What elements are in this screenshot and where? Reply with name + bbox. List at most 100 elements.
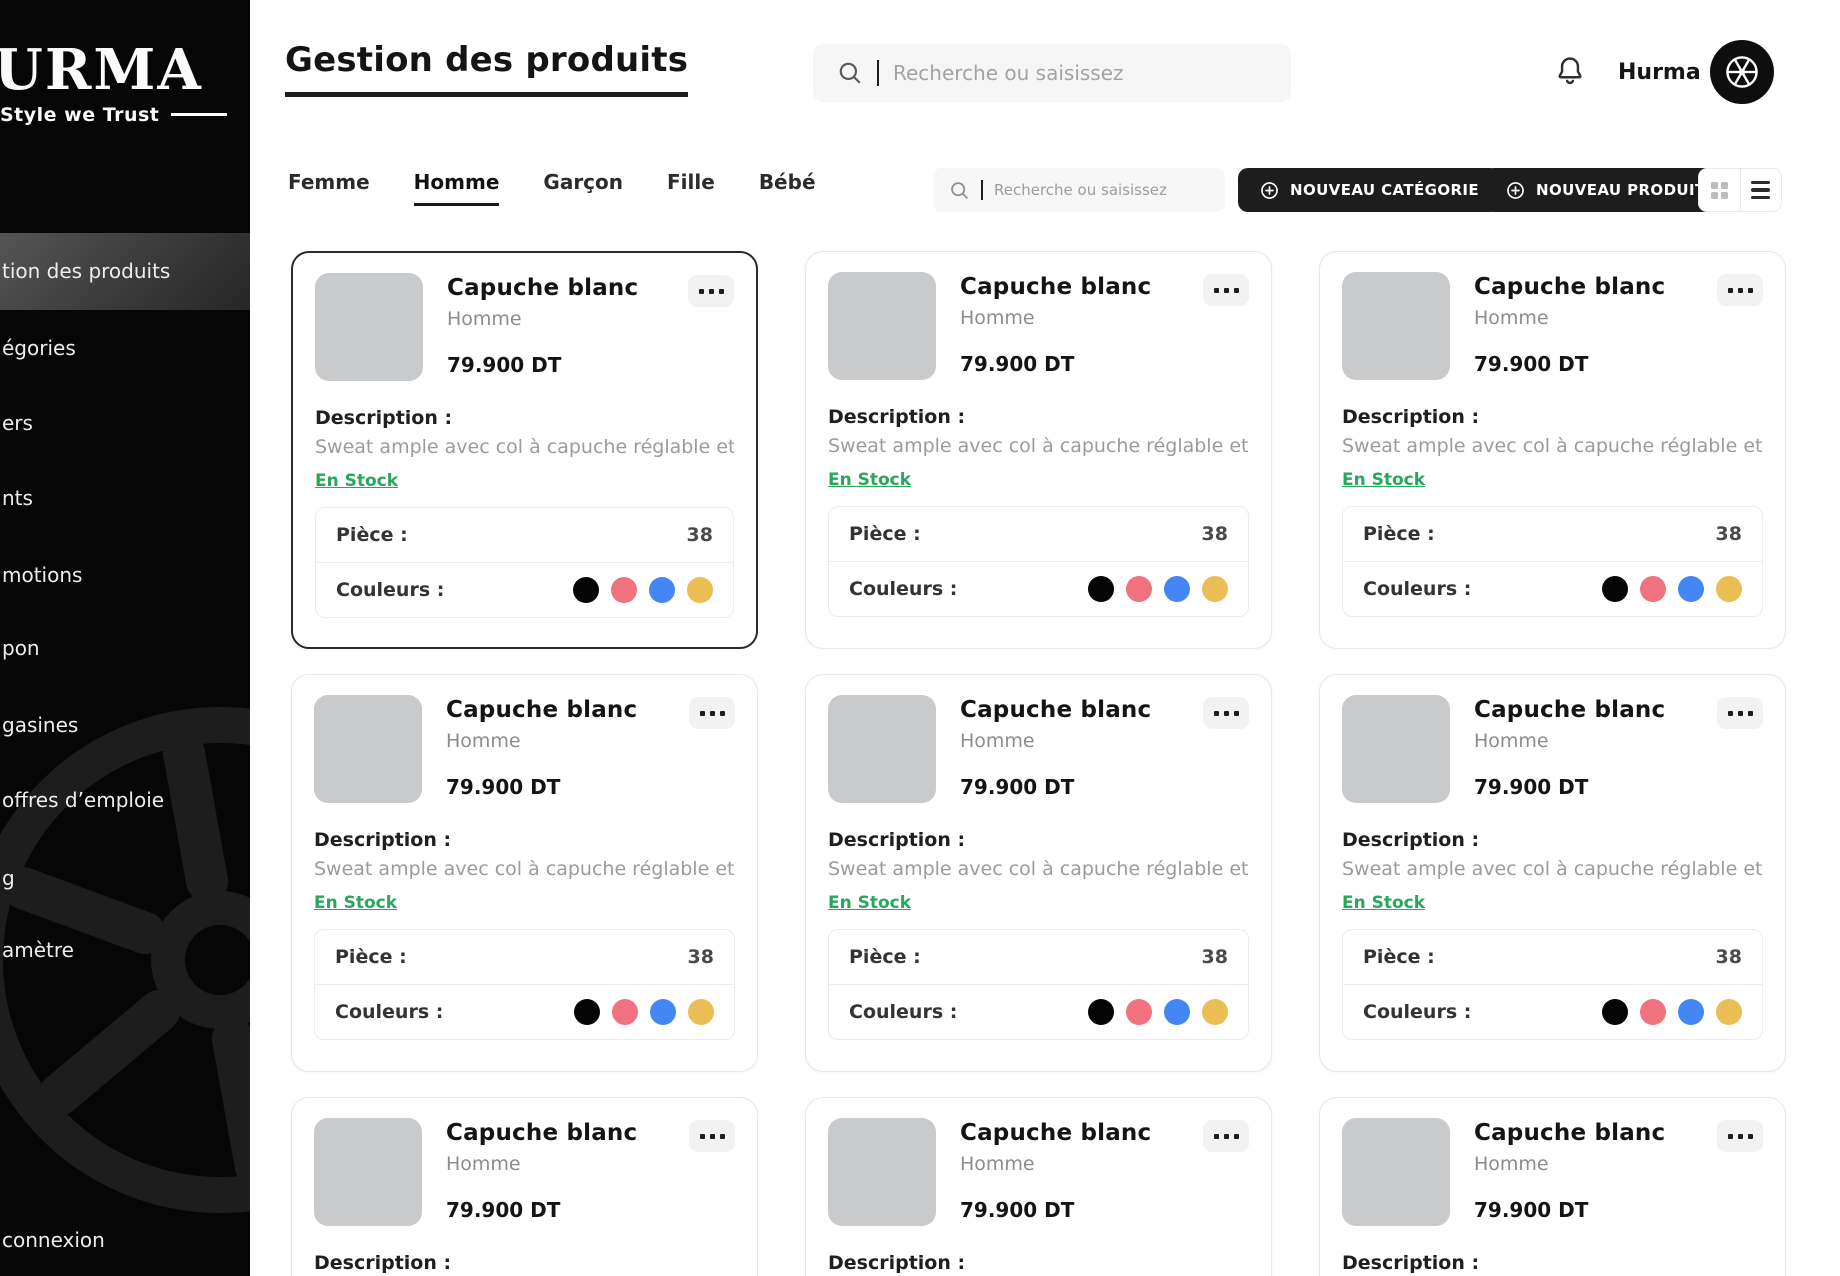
tab-homme[interactable]: Homme — [414, 170, 500, 206]
card-menu-button[interactable] — [1717, 697, 1763, 729]
ellipsis-icon — [1728, 288, 1733, 293]
tab-garcon[interactable]: Garçon — [543, 170, 623, 203]
description-label: Description : — [1342, 406, 1763, 428]
product-card[interactable]: Capuche blanc Homme 79.900 DT Descriptio… — [1319, 674, 1786, 1072]
card-header: Capuche blanc Homme 79.900 DT — [314, 1118, 735, 1226]
product-grid: Capuche blanc Homme 79.900 DT Descriptio… — [291, 251, 1786, 1276]
stock-status-link[interactable]: En Stock — [1342, 893, 1425, 913]
brand-tagline: Style we Trust — [0, 104, 159, 126]
description-text: Sweat ample avec col à capuche réglable … — [828, 435, 1249, 457]
sidebar-item-promotions[interactable]: motions — [0, 537, 250, 614]
product-card[interactable]: Capuche blanc Homme 79.900 DT Descriptio… — [291, 674, 758, 1072]
sidebar-item-parametre[interactable]: amètre — [0, 912, 250, 989]
avatar[interactable] — [1710, 40, 1774, 104]
product-search[interactable] — [933, 168, 1225, 212]
sidebar-item-clients[interactable]: nts — [0, 460, 250, 537]
piece-value: 38 — [688, 946, 714, 968]
card-menu-button[interactable] — [689, 1120, 735, 1152]
stock-status-link[interactable]: En Stock — [828, 470, 911, 490]
stock-status-link[interactable]: En Stock — [314, 893, 397, 913]
new-category-button[interactable]: NOUVEAU CATÉGORIE — [1238, 168, 1500, 212]
color-swatch — [687, 577, 713, 603]
bell-icon — [1553, 54, 1587, 88]
card-menu-button[interactable] — [689, 697, 735, 729]
brand-logo: URMA Style we Trust — [0, 40, 227, 126]
sidebar-item-users[interactable]: ers — [0, 385, 250, 462]
ellipsis-icon — [1214, 711, 1219, 716]
color-swatch — [1164, 999, 1190, 1025]
product-card[interactable]: Capuche blanc Homme 79.900 DT Descriptio… — [291, 1097, 758, 1276]
product-image-placeholder — [828, 1118, 936, 1226]
card-menu-button[interactable] — [1203, 1120, 1249, 1152]
product-search-input[interactable] — [994, 181, 1211, 199]
color-swatch — [1088, 576, 1114, 602]
card-menu-button[interactable] — [1203, 274, 1249, 306]
product-specs: Pièce : 38 Couleurs : — [1342, 929, 1763, 1040]
product-price: 79.900 DT — [1474, 1198, 1665, 1222]
card-menu-button[interactable] — [1717, 1120, 1763, 1152]
product-card[interactable]: Capuche blanc Homme 79.900 DT Descriptio… — [805, 674, 1272, 1072]
description-label: Description : — [828, 829, 1249, 851]
color-swatch — [1640, 999, 1666, 1025]
card-header: Capuche blanc Homme 79.900 DT — [828, 695, 1249, 803]
sidebar-item-produits[interactable]: tion des produits — [0, 233, 250, 310]
product-card[interactable]: Capuche blanc Homme 79.900 DT Descriptio… — [805, 1097, 1272, 1276]
color-swatch — [1602, 576, 1628, 602]
tab-fille[interactable]: Fille — [667, 170, 715, 203]
description-label: Description : — [828, 1252, 1249, 1274]
global-search-input[interactable] — [893, 61, 1271, 85]
color-swatch — [649, 577, 675, 603]
sidebar-item-offres-emploie[interactable]: offres d’emploie — [0, 762, 250, 839]
stock-status-link[interactable]: En Stock — [828, 893, 911, 913]
description-label: Description : — [1342, 1252, 1763, 1274]
piece-value: 38 — [1716, 523, 1742, 545]
new-product-button[interactable]: NOUVEAU PRODUIT — [1484, 168, 1727, 212]
ellipsis-icon — [700, 1134, 705, 1139]
product-title: Capuche blanc — [960, 697, 1151, 723]
tab-bebe[interactable]: Bébé — [759, 170, 816, 203]
ellipsis-icon — [699, 289, 704, 294]
sidebar-item-coupon[interactable]: pon — [0, 610, 250, 687]
sidebar-item-blog[interactable]: g — [0, 840, 250, 917]
card-header: Capuche blanc Homme 79.900 DT — [1342, 272, 1763, 380]
notifications-button[interactable] — [1550, 52, 1590, 92]
piece-value: 38 — [1716, 946, 1742, 968]
ellipsis-icon — [700, 711, 705, 716]
description-text: Sweat ample avec col à capuche réglable … — [1342, 858, 1763, 880]
product-category: Homme — [447, 308, 638, 330]
product-title: Capuche blanc — [446, 697, 637, 723]
stock-status-link[interactable]: En Stock — [1342, 470, 1425, 490]
card-header: Capuche blanc Homme 79.900 DT — [828, 272, 1249, 380]
sidebar-item-deconnexion[interactable]: connexion — [0, 1202, 250, 1276]
color-swatch — [611, 577, 637, 603]
product-card[interactable]: Capuche blanc Homme 79.900 DT Descriptio… — [805, 251, 1272, 649]
helm-wheel-avatar-icon — [1723, 53, 1761, 91]
product-card[interactable]: Capuche blanc Homme 79.900 DT Descriptio… — [291, 251, 758, 649]
product-card[interactable]: Capuche blanc Homme 79.900 DT Descriptio… — [1319, 1097, 1786, 1276]
card-menu-button[interactable] — [688, 275, 734, 307]
description-text: Sweat ample avec col à capuche réglable … — [315, 436, 734, 458]
colors-label: Couleurs : — [336, 579, 444, 601]
global-search[interactable] — [813, 44, 1291, 102]
sidebar-item-categories[interactable]: égories — [0, 310, 250, 387]
card-header: Capuche blanc Homme 79.900 DT — [828, 1118, 1249, 1226]
piece-value: 38 — [687, 524, 713, 546]
main-content: Gestion des produits Hurma — [250, 0, 1840, 1276]
ellipsis-icon — [1214, 288, 1219, 293]
card-menu-button[interactable] — [1717, 274, 1763, 306]
product-card[interactable]: Capuche blanc Homme 79.900 DT Descriptio… — [1319, 251, 1786, 649]
card-menu-button[interactable] — [1203, 697, 1249, 729]
product-price: 79.900 DT — [960, 1198, 1151, 1222]
ellipsis-icon — [1728, 711, 1733, 716]
tab-femme[interactable]: Femme — [288, 170, 370, 203]
sidebar-item-magasines[interactable]: gasines — [0, 687, 250, 764]
grid-view-button[interactable] — [1699, 169, 1741, 211]
list-view-button[interactable] — [1741, 169, 1782, 211]
view-toggle — [1698, 168, 1782, 212]
stock-status-link[interactable]: En Stock — [315, 471, 398, 491]
card-header: Capuche blanc Homme 79.900 DT — [1342, 695, 1763, 803]
list-icon — [1751, 181, 1770, 200]
color-swatches — [573, 577, 713, 603]
piece-label: Pièce : — [1363, 946, 1435, 968]
description-label: Description : — [315, 407, 734, 429]
